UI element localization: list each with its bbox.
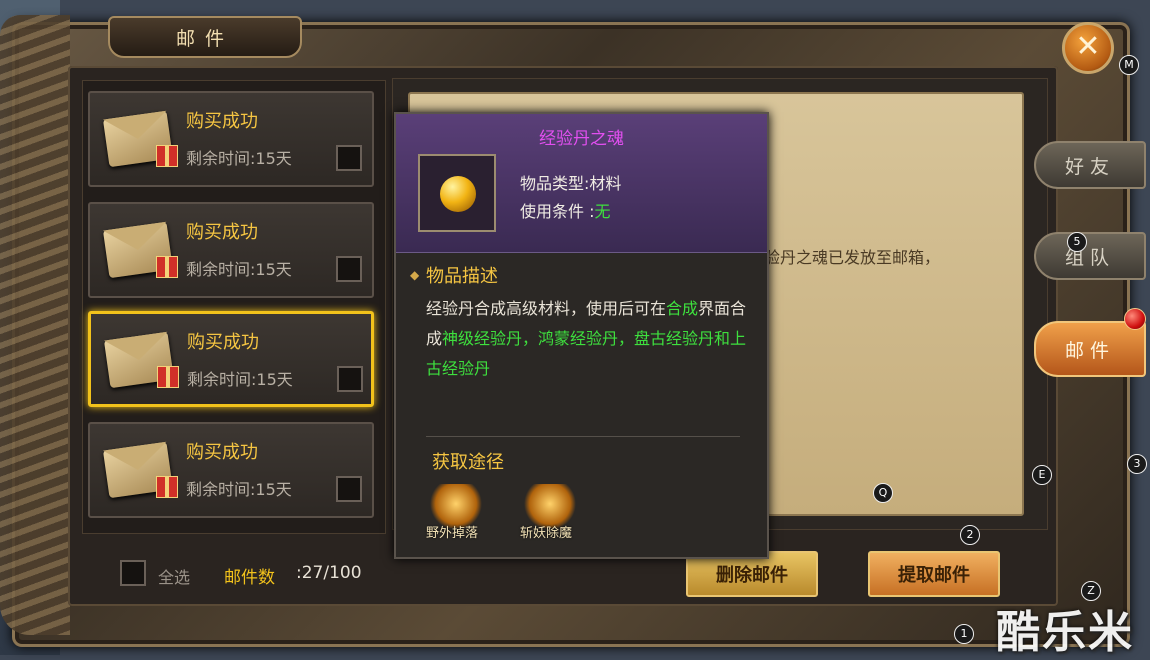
item-name: 经验丹之魂 [539,129,624,149]
hotkey-badge: 2 [960,525,980,545]
gift-icon [156,145,178,167]
item-tooltip: 经验丹之魂 物品类型:材料 使用条件 :无 ◆ 物品描述 经验丹合成高级材料，使… [394,112,769,559]
mail-title: 购买成功 [187,332,259,353]
mail-item-selected[interactable]: 购买成功 剩余时间:15天 [88,311,374,407]
item-type-value: :材料 [584,174,622,193]
desc-highlight: 神级经验丹，鸿蒙经验丹，盘古经验丹和上古经验丹 [426,329,747,378]
gift-icon [156,476,178,498]
mail-checkbox[interactable] [337,366,363,392]
item-type: 物品类型:材料 [520,170,621,194]
mail-checkbox[interactable] [336,256,362,282]
hotkey-badge: 3 [1127,454,1147,474]
item-type-label: 物品类型 [520,174,585,193]
mail-item[interactable]: 购买成功 剩余时间:15天 [88,91,374,187]
mail-title: 购买成功 [186,222,258,243]
item-condition: 使用条件 :无 [520,202,611,221]
tab-mail[interactable]: 邮件 [1034,321,1146,377]
source-label-field-drop: 野外掉落 [426,526,479,541]
divider [426,436,740,437]
mail-item[interactable]: 购买成功 剩余时间:15天 [88,422,374,518]
gift-icon [156,256,178,278]
claim-mail-button[interactable]: 提取邮件 [868,551,1000,597]
mail-checkbox[interactable] [336,476,362,502]
golden-orb-icon [440,176,476,212]
source-title: 获取途径 [432,452,504,473]
hotkey-badge: Q [873,483,893,503]
tooltip-header: 经验丹之魂 物品类型:材料 使用条件 :无 [396,114,767,253]
mail-body-text: 验丹之魂已发放至邮箱， [764,248,941,267]
item-condition-label: 使用条件 [520,202,585,221]
close-icon[interactable]: ✕ [1062,22,1114,74]
tab-team[interactable]: 组队 [1034,232,1146,280]
notification-dot [1124,308,1146,330]
select-all-label: 全选 [158,568,191,587]
mail-remaining-time: 剩余时间:15天 [186,149,292,168]
tab-friends[interactable]: 好友 [1034,141,1146,189]
item-description: 经验丹合成高级材料，使用后可在合成界面合成神级经验丹，鸿蒙经验丹，盘古经验丹和上… [426,294,756,384]
item-condition-value: 无 [594,202,611,221]
hotkey-badge: 1 [954,624,974,644]
hotkey-badge: E [1032,465,1052,485]
window-title: 邮件 [108,16,302,58]
item-slot [418,154,496,232]
mail-remaining-time: 剩余时间:15天 [186,480,292,499]
mail-item[interactable]: 购买成功 剩余时间:15天 [88,202,374,298]
description-title: 物品描述 [426,266,498,287]
diamond-icon: ◆ [410,268,420,282]
desc-highlight: 合成 [666,299,699,318]
mail-checkbox[interactable] [336,145,362,171]
mail-remaining-time: 剩余时间:15天 [187,370,293,389]
mail-remaining-time: 剩余时间:15天 [186,260,292,279]
select-all-checkbox[interactable] [120,560,146,586]
watermark: 酷乐米 [996,607,1134,658]
mail-title: 购买成功 [186,111,258,132]
source-label-slay-demon: 斩妖除魔 [520,526,573,541]
hotkey-badge: M [1119,55,1139,75]
hotkey-badge: 5 [1067,232,1087,252]
desc-text: 经验丹合成高级材料，使用后可在 [426,299,667,318]
dragon-ornament [0,15,70,635]
gift-icon [157,366,179,388]
mail-count-label: 邮件数 [224,568,275,588]
mail-count-value: :27/100 [296,563,362,583]
mail-title: 购买成功 [186,442,258,463]
